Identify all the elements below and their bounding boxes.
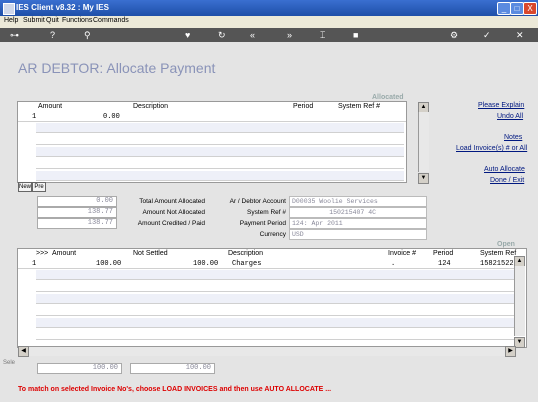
table-row[interactable] — [36, 135, 404, 145]
allocated-scrollbar[interactable] — [418, 112, 429, 172]
fast-forward-icon[interactable]: » — [287, 29, 292, 41]
key-icon[interactable]: ⊶ — [10, 29, 19, 41]
currency-field: USD — [289, 229, 427, 240]
toolbar: ⊶ ? ⚲ ♥ ↻ « » ⌶ ■ ⚙ ✓ ✕ — [0, 28, 538, 42]
col-not-settled: Not Settled — [133, 250, 168, 257]
row-amount[interactable]: 0.00 — [103, 113, 120, 121]
notes-link[interactable]: Notes — [504, 134, 522, 141]
confirm-icon[interactable]: ✓ — [483, 29, 491, 41]
bottom-total-amount: 100.00 — [37, 363, 122, 374]
col-description: Description — [133, 103, 169, 110]
credited-label: Amount Credited / Paid — [137, 220, 205, 227]
menu-quit[interactable]: Quit — [46, 17, 59, 24]
table-row[interactable] — [36, 159, 404, 169]
col-sysref: System Ref — [480, 250, 517, 257]
rewind-icon[interactable]: « — [250, 29, 255, 41]
scroll-right-icon[interactable]: ▶ — [505, 346, 516, 357]
close-button[interactable]: X — [523, 2, 537, 15]
col-amount: Amount — [52, 250, 77, 257]
table-row[interactable] — [36, 306, 514, 316]
not-allocated-label: Amount Not Allocated — [142, 209, 205, 216]
table-row[interactable] — [36, 171, 404, 181]
title-bar: IES Client v8.32 : My IES _ □ X — [0, 0, 538, 16]
account-field: D00035 Woolie Services — [289, 196, 427, 207]
new-tab[interactable]: New — [18, 182, 32, 192]
refresh-icon[interactable]: ↻ — [218, 29, 226, 41]
credited-value: 138.77 — [37, 218, 117, 229]
col-amount: Amount — [38, 103, 63, 110]
table-row[interactable] — [36, 294, 514, 304]
total-allocated-value: 0.00 — [37, 196, 117, 207]
allocated-grid: Amount Description Period System Ref # 1… — [17, 101, 407, 183]
table-row[interactable] — [36, 147, 404, 157]
help-icon[interactable]: ? — [50, 29, 55, 41]
table-row[interactable]: 1 0.00 — [18, 112, 406, 122]
menu-functions[interactable]: Functions — [62, 17, 92, 24]
bottom-total-not-settled: 100.00 — [130, 363, 215, 374]
scroll-left-icon[interactable]: ◀ — [18, 346, 29, 357]
please-explain-link[interactable]: Please Explain — [478, 102, 524, 109]
open-label: Open — [497, 241, 515, 248]
menu-submit[interactable]: Submit — [23, 17, 45, 24]
col-sysref: System Ref # — [338, 103, 381, 110]
window-title: IES Client v8.32 : My IES — [16, 3, 109, 12]
load-invoices-link[interactable]: Load Invoice(s) # or All — [456, 145, 527, 152]
table-row[interactable] — [36, 282, 514, 292]
table-row[interactable] — [36, 123, 404, 133]
allocated-label: Allocated — [372, 94, 404, 101]
row-invoice: . — [391, 260, 396, 268]
open-horizontal-scrollbar[interactable] — [29, 346, 512, 356]
search-icon[interactable]: ⚲ — [84, 29, 91, 41]
side-label: Sele — [3, 360, 16, 366]
row-not-settled: 100.00 — [193, 260, 219, 268]
row-amount[interactable]: 100.00 — [96, 260, 121, 268]
col-invoice: Invoice # — [388, 250, 417, 257]
settings-icon[interactable]: ⚙ — [450, 29, 458, 41]
row-period: 124 — [438, 260, 451, 268]
currency-label: Currency — [259, 231, 286, 238]
period-label: Payment Period — [239, 220, 286, 227]
table-row[interactable]: 1 100.00 100.00 Charges . 124 15821522 — [18, 259, 516, 269]
row-description: Charges — [232, 260, 262, 268]
total-allocated-label: Total Amount Allocated — [139, 198, 205, 205]
edit-icon[interactable]: ⌶ — [320, 29, 325, 41]
stop-icon[interactable]: ■ — [353, 29, 358, 41]
pre-tab[interactable]: Pre — [32, 182, 46, 192]
menu-commands[interactable]: Commands — [93, 17, 129, 24]
sysref-field: 150215407 4C — [289, 207, 427, 218]
table-row[interactable] — [36, 318, 514, 328]
account-label: Ar / Debtor Account — [229, 198, 286, 205]
scroll-down-icon[interactable]: ▼ — [418, 173, 429, 184]
minimize-button[interactable]: _ — [497, 2, 511, 15]
auto-allocate-link[interactable]: Auto Allocate — [484, 166, 525, 173]
row-number: 1 — [32, 260, 37, 268]
row-number: 1 — [32, 113, 37, 121]
page-title: AR DEBTOR: Allocate Payment — [18, 60, 216, 76]
col-period: Period — [293, 103, 314, 110]
open-grid: >>> Amount Not Settled Description Invoi… — [17, 248, 527, 348]
instruction-message: To match on selected Invoice No's, choos… — [18, 386, 332, 393]
cancel-icon[interactable]: ✕ — [516, 29, 524, 41]
maximize-button[interactable]: □ — [510, 2, 524, 15]
row-sysref: 15821522 — [480, 260, 514, 268]
col-description: Description — [228, 250, 264, 257]
table-row[interactable] — [36, 330, 514, 340]
done-exit-link[interactable]: Done / Exit — [490, 177, 524, 184]
menu-help[interactable]: Help — [4, 17, 18, 24]
table-row[interactable] — [36, 270, 514, 280]
undo-all-link[interactable]: Undo All — [497, 113, 523, 120]
app-icon — [3, 3, 15, 15]
open-scrollbar[interactable] — [514, 266, 525, 336]
period-field: 124: Apr 2011 — [289, 218, 427, 229]
sysref-label: System Ref # — [246, 209, 286, 216]
favourite-icon[interactable]: ♥ — [185, 29, 190, 41]
not-allocated-value: 138.77 — [37, 207, 117, 218]
col-period: Period — [433, 250, 454, 257]
col-select-all[interactable]: >>> — [36, 250, 48, 257]
